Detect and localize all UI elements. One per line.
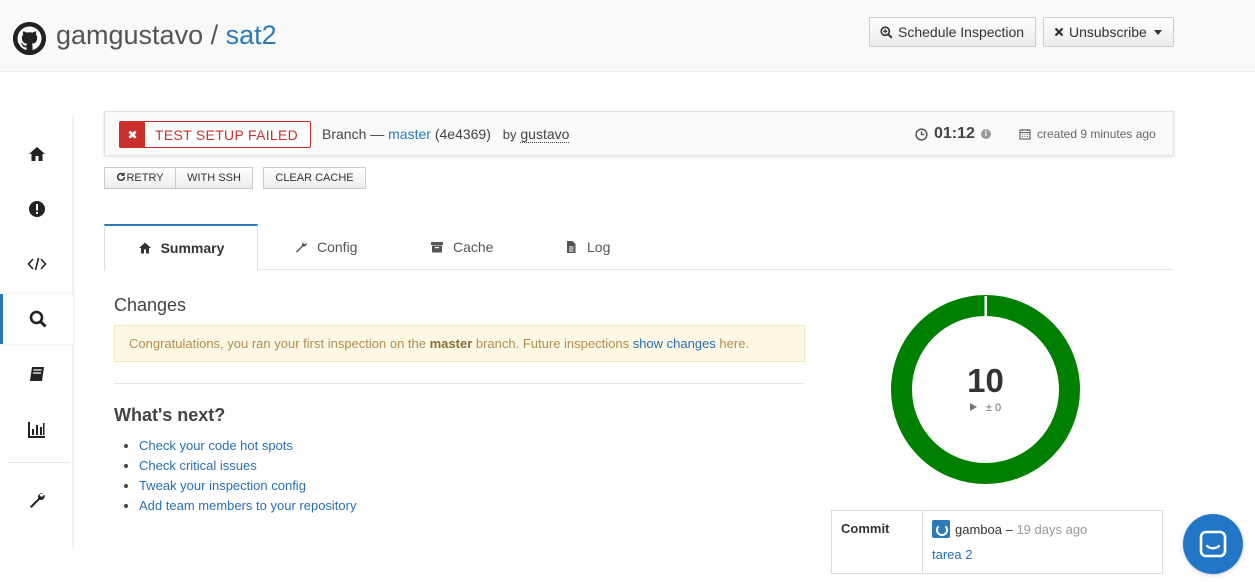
clear-cache-button[interactable]: CLEAR CACHE <box>263 167 366 189</box>
inspection-status-bar: ✖ TEST SETUP FAILED Branch — master (4e4… <box>104 111 1174 156</box>
clear-cache-label: CLEAR CACHE <box>275 172 354 184</box>
commit-label: Commit <box>832 511 923 573</box>
donut-gap <box>984 296 987 320</box>
whats-next-heading: What's next? <box>114 405 226 425</box>
title-separator: / <box>203 20 226 50</box>
schedule-label: Schedule Inspection <box>898 24 1025 40</box>
critical-issues-link[interactable]: Check critical issues <box>139 458 257 473</box>
bar-chart-icon <box>27 422 45 438</box>
branch-prefix: Branch — <box>322 126 385 142</box>
close-icon: ✖ <box>120 122 145 147</box>
score-delta: ± 0 <box>891 402 1080 414</box>
score-delta-value: ± 0 <box>985 402 1002 414</box>
home-icon <box>138 242 151 254</box>
commit-table: Commit gamboa – 19 days ago tarea 2 <box>831 510 1163 574</box>
created-label: created 9 minutes ago <box>1037 127 1156 141</box>
sidebar-item-stats[interactable] <box>0 404 73 454</box>
tab-log[interactable]: Log <box>564 224 610 270</box>
schedule-inspection-button[interactable]: Schedule Inspection <box>869 17 1036 47</box>
status-badge-label: TEST SETUP FAILED <box>155 126 299 143</box>
tab-cache[interactable]: Cache <box>430 224 493 270</box>
commit-author-row: gamboa – 19 days ago <box>932 520 1087 538</box>
sidebar-divider <box>8 462 70 463</box>
inspection-config-link[interactable]: Tweak your inspection config <box>139 478 306 493</box>
commit-ago: 19 days ago <box>1016 522 1088 537</box>
tab-config[interactable]: Config <box>294 224 357 270</box>
wrench-icon <box>296 241 307 253</box>
list-item: Check critical issues <box>122 456 356 476</box>
tab-log-label: Log <box>587 239 611 255</box>
duration: 01:12 i <box>915 125 991 143</box>
divider <box>114 383 805 384</box>
caret-down-icon <box>1153 29 1162 35</box>
commit-hash: (4e4369) <box>434 126 491 142</box>
repo-title: gamgustavo / sat2 <box>56 18 277 52</box>
file-icon <box>567 241 576 253</box>
changes-heading: Changes <box>114 295 187 315</box>
show-changes-link[interactable]: show changes <box>633 336 716 351</box>
team-members-link[interactable]: Add team members to your repository <box>139 498 356 513</box>
inspection-tabs: Summary Config Cache Log <box>104 224 1174 271</box>
list-item: Check your code hot spots <box>122 436 356 456</box>
hot-spots-link[interactable]: Check your code hot spots <box>139 438 293 453</box>
duration-value: 01:12 <box>934 125 975 142</box>
score-value: 10 <box>967 362 1004 399</box>
chat-icon <box>1199 530 1227 558</box>
first-inspection-notice: Congratulations, you ran your first insp… <box>114 325 805 362</box>
play-icon <box>969 403 977 411</box>
retry-button[interactable]: RETRY <box>104 167 176 189</box>
created-time: created 9 minutes ago <box>1019 127 1156 141</box>
status-badge: ✖ TEST SETUP FAILED <box>119 121 312 148</box>
list-item: Add team members to your repository <box>122 496 356 516</box>
whats-next-list: Check your code hot spots Check critical… <box>122 436 356 516</box>
commit-dash: – <box>1001 522 1017 537</box>
tab-config-label: Config <box>317 239 358 255</box>
book-icon <box>29 367 44 381</box>
sidebar-item-docs[interactable] <box>0 349 73 399</box>
avatar <box>932 520 950 538</box>
wrench-icon <box>29 493 45 508</box>
unsubscribe-label: Unsubscribe <box>1069 24 1147 40</box>
commit-message-link[interactable]: tarea 2 <box>932 547 972 562</box>
home-icon <box>28 147 45 161</box>
clock-icon <box>915 127 928 141</box>
chat-launcher-button[interactable] <box>1183 514 1243 574</box>
refresh-icon <box>117 172 126 181</box>
tab-cache-label: Cache <box>453 239 494 255</box>
owner-name[interactable]: gamgustavo <box>56 20 203 50</box>
notice-text-pre: Congratulations, you ran your first insp… <box>129 336 430 351</box>
sidebar <box>0 117 73 547</box>
code-icon <box>26 257 47 271</box>
sidebar-item-home[interactable] <box>0 129 73 179</box>
exclamation-icon <box>28 201 45 217</box>
zoom-in-icon <box>880 25 893 38</box>
notice-text-mid: branch. Future inspections <box>472 336 633 351</box>
unsubscribe-button[interactable]: Unsubscribe <box>1043 17 1174 47</box>
archive-icon <box>431 242 443 253</box>
sidebar-item-code[interactable] <box>0 239 73 289</box>
sidebar-item-issues[interactable] <box>0 184 73 234</box>
by-label: by <box>502 127 517 142</box>
sidebar-item-inspections[interactable] <box>0 294 73 344</box>
top-header: gamgustavo / sat2 Schedule Inspection Un… <box>0 0 1255 72</box>
branch-info: Branch — master (4e4369) by gustavo <box>322 126 570 143</box>
sidebar-item-settings[interactable] <box>0 475 73 525</box>
notice-text-post: here. <box>715 336 750 351</box>
branch-link[interactable]: master <box>388 126 431 142</box>
github-icon <box>13 22 46 55</box>
user-link[interactable]: gustavo <box>520 126 570 143</box>
commit-author[interactable]: gamboa <box>955 522 1002 537</box>
repo-link[interactable]: sat2 <box>226 20 277 50</box>
calendar-icon <box>1019 129 1031 140</box>
tab-summary[interactable]: Summary <box>104 224 258 271</box>
close-icon <box>1054 27 1064 37</box>
notice-branch: master <box>429 336 473 351</box>
ssh-label: WITH SSH <box>187 172 241 184</box>
list-item: Tweak your inspection config <box>122 476 356 496</box>
retry-label: RETRY <box>126 172 164 184</box>
search-icon <box>29 310 47 328</box>
tab-summary-label: Summary <box>160 240 225 256</box>
info-icon[interactable]: i <box>980 129 991 139</box>
retry-with-ssh-button[interactable]: WITH SSH <box>175 167 253 189</box>
